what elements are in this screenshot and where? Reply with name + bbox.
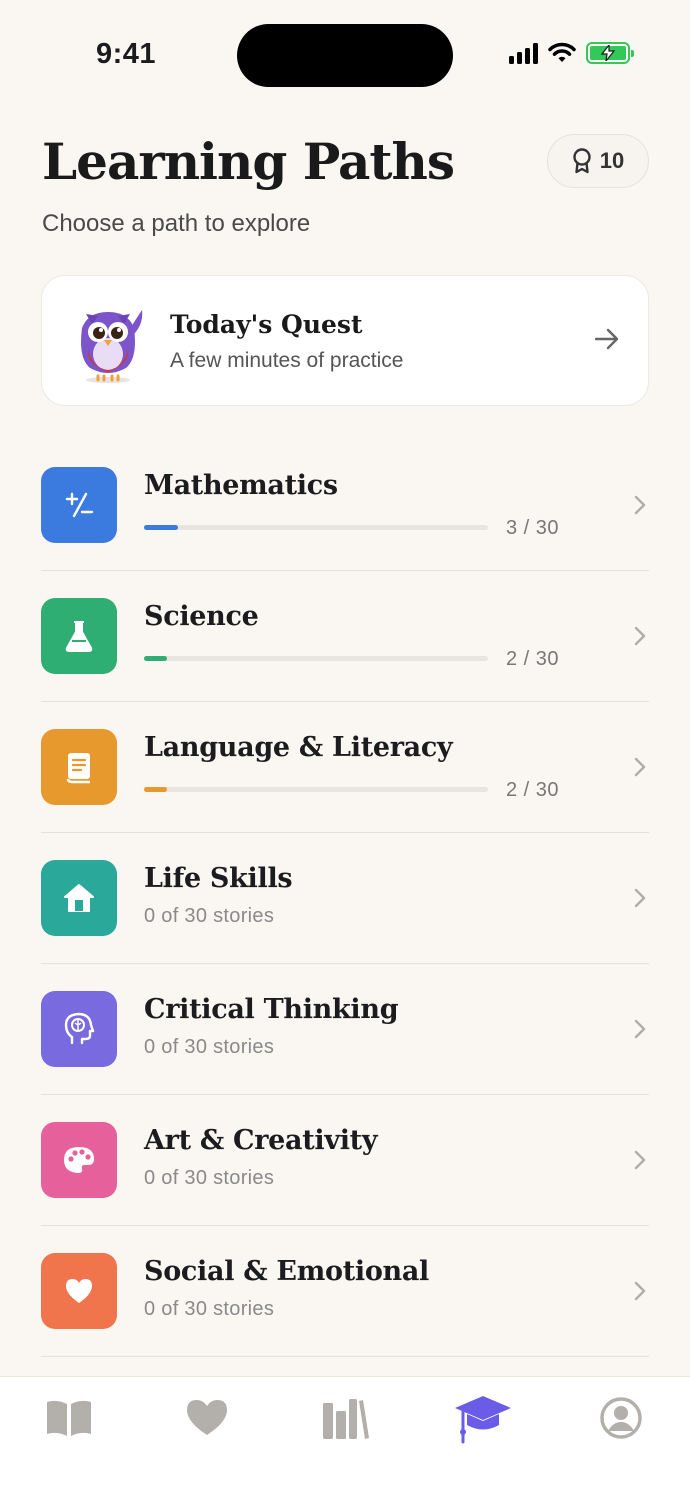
palette-icon bbox=[64, 1147, 94, 1173]
path-progress-count: 2 / 30 bbox=[506, 779, 560, 801]
chevron-right-icon bbox=[634, 1150, 646, 1170]
chevron-right-icon bbox=[634, 888, 646, 908]
badge-counter-button[interactable]: 10 bbox=[547, 134, 649, 188]
status-time: 9:41 bbox=[96, 38, 157, 70]
heart-icon bbox=[66, 1279, 92, 1303]
page-title: Learning Paths bbox=[42, 132, 455, 191]
path-progress-count: 3 / 30 bbox=[506, 517, 560, 539]
chevron-right-icon bbox=[634, 495, 646, 515]
quest-subtitle: A few minutes of practice bbox=[170, 349, 404, 372]
path-progress-bar bbox=[144, 525, 488, 530]
path-row-art-creativity[interactable]: Art & Creativity 0 of 30 stories bbox=[41, 1095, 649, 1226]
flask-icon bbox=[65, 621, 93, 652]
wifi-icon bbox=[548, 42, 576, 62]
arrow-right-icon bbox=[594, 328, 619, 350]
tab-profile[interactable] bbox=[591, 1393, 651, 1443]
status-icons bbox=[509, 42, 634, 64]
badge-count: 10 bbox=[599, 148, 625, 173]
library-icon bbox=[323, 1399, 369, 1439]
path-icon-tile bbox=[41, 1253, 117, 1329]
path-progress-fill bbox=[144, 525, 179, 530]
graduation-cap-icon bbox=[455, 1396, 511, 1444]
path-icon-tile bbox=[41, 467, 117, 543]
heart-icon bbox=[187, 1400, 227, 1435]
profile-icon bbox=[600, 1397, 642, 1439]
path-stories-count: 0 of 30 stories bbox=[144, 1298, 275, 1320]
path-row-life-skills[interactable]: Life Skills 0 of 30 stories bbox=[41, 833, 649, 964]
quest-title: Today's Quest bbox=[170, 310, 363, 339]
path-stories-count: 0 of 30 stories bbox=[144, 905, 275, 927]
path-icon-tile bbox=[41, 1122, 117, 1198]
battery-icon bbox=[586, 42, 634, 64]
path-icon-tile bbox=[41, 991, 117, 1067]
path-title: Life Skills bbox=[144, 863, 293, 894]
chevron-right-icon bbox=[634, 1281, 646, 1301]
tab-learning-paths[interactable] bbox=[453, 1393, 513, 1444]
house-icon bbox=[64, 884, 94, 912]
path-row-critical-thinking[interactable]: Critical Thinking 0 of 30 stories bbox=[41, 964, 649, 1095]
path-title: Art & Creativity bbox=[144, 1125, 378, 1156]
status-bar: 9:41 bbox=[0, 0, 690, 112]
plus-minus-icon bbox=[65, 492, 94, 518]
page-subtitle: Choose a path to explore bbox=[42, 210, 311, 237]
award-ribbon-icon bbox=[573, 148, 591, 174]
path-icon-tile bbox=[41, 860, 117, 936]
chevron-right-icon bbox=[634, 1019, 646, 1039]
dynamic-island bbox=[237, 24, 453, 87]
path-title: Mathematics bbox=[144, 470, 338, 501]
path-row-science[interactable]: Science 2 / 30 bbox=[41, 571, 649, 702]
tab-collection[interactable] bbox=[315, 1393, 375, 1443]
path-row-mathematics[interactable]: Mathematics 3 / 30 bbox=[41, 440, 649, 571]
path-progress-bar bbox=[144, 656, 488, 661]
path-stories-count: 0 of 30 stories bbox=[144, 1167, 275, 1189]
path-row-social-emotional[interactable]: Social & Emotional 0 of 30 stories bbox=[41, 1226, 649, 1357]
path-progress-count: 2 / 30 bbox=[506, 648, 560, 670]
owl-mascot-icon bbox=[81, 310, 143, 383]
chevron-right-icon bbox=[634, 626, 646, 646]
tab-favorites[interactable] bbox=[177, 1393, 237, 1443]
chevron-right-icon bbox=[634, 757, 646, 777]
path-progress-bar bbox=[144, 787, 488, 792]
path-row-language-literacy[interactable]: Language & Literacy 2 / 30 bbox=[41, 702, 649, 833]
tab-library-books[interactable] bbox=[39, 1393, 99, 1443]
path-title: Social & Emotional bbox=[144, 1256, 430, 1287]
path-icon-tile bbox=[41, 598, 117, 674]
todays-quest-card[interactable]: Today's Quest A few minutes of practice bbox=[41, 275, 649, 406]
path-icon-tile bbox=[41, 729, 117, 805]
signal-icon bbox=[509, 42, 538, 64]
path-stories-count: 0 of 30 stories bbox=[144, 1036, 275, 1058]
book-icon bbox=[66, 753, 90, 784]
bottom-tab-bar bbox=[0, 1376, 690, 1500]
learning-path-list: Mathematics 3 / 30 Science 2 / 30 Langua… bbox=[41, 440, 649, 1357]
book-open-icon bbox=[47, 1400, 91, 1436]
path-title: Critical Thinking bbox=[144, 994, 399, 1025]
path-title: Language & Literacy bbox=[144, 732, 453, 763]
path-progress-fill bbox=[144, 656, 168, 661]
path-title: Science bbox=[144, 601, 259, 632]
path-progress-fill bbox=[144, 787, 168, 792]
brain-icon bbox=[64, 1012, 95, 1045]
